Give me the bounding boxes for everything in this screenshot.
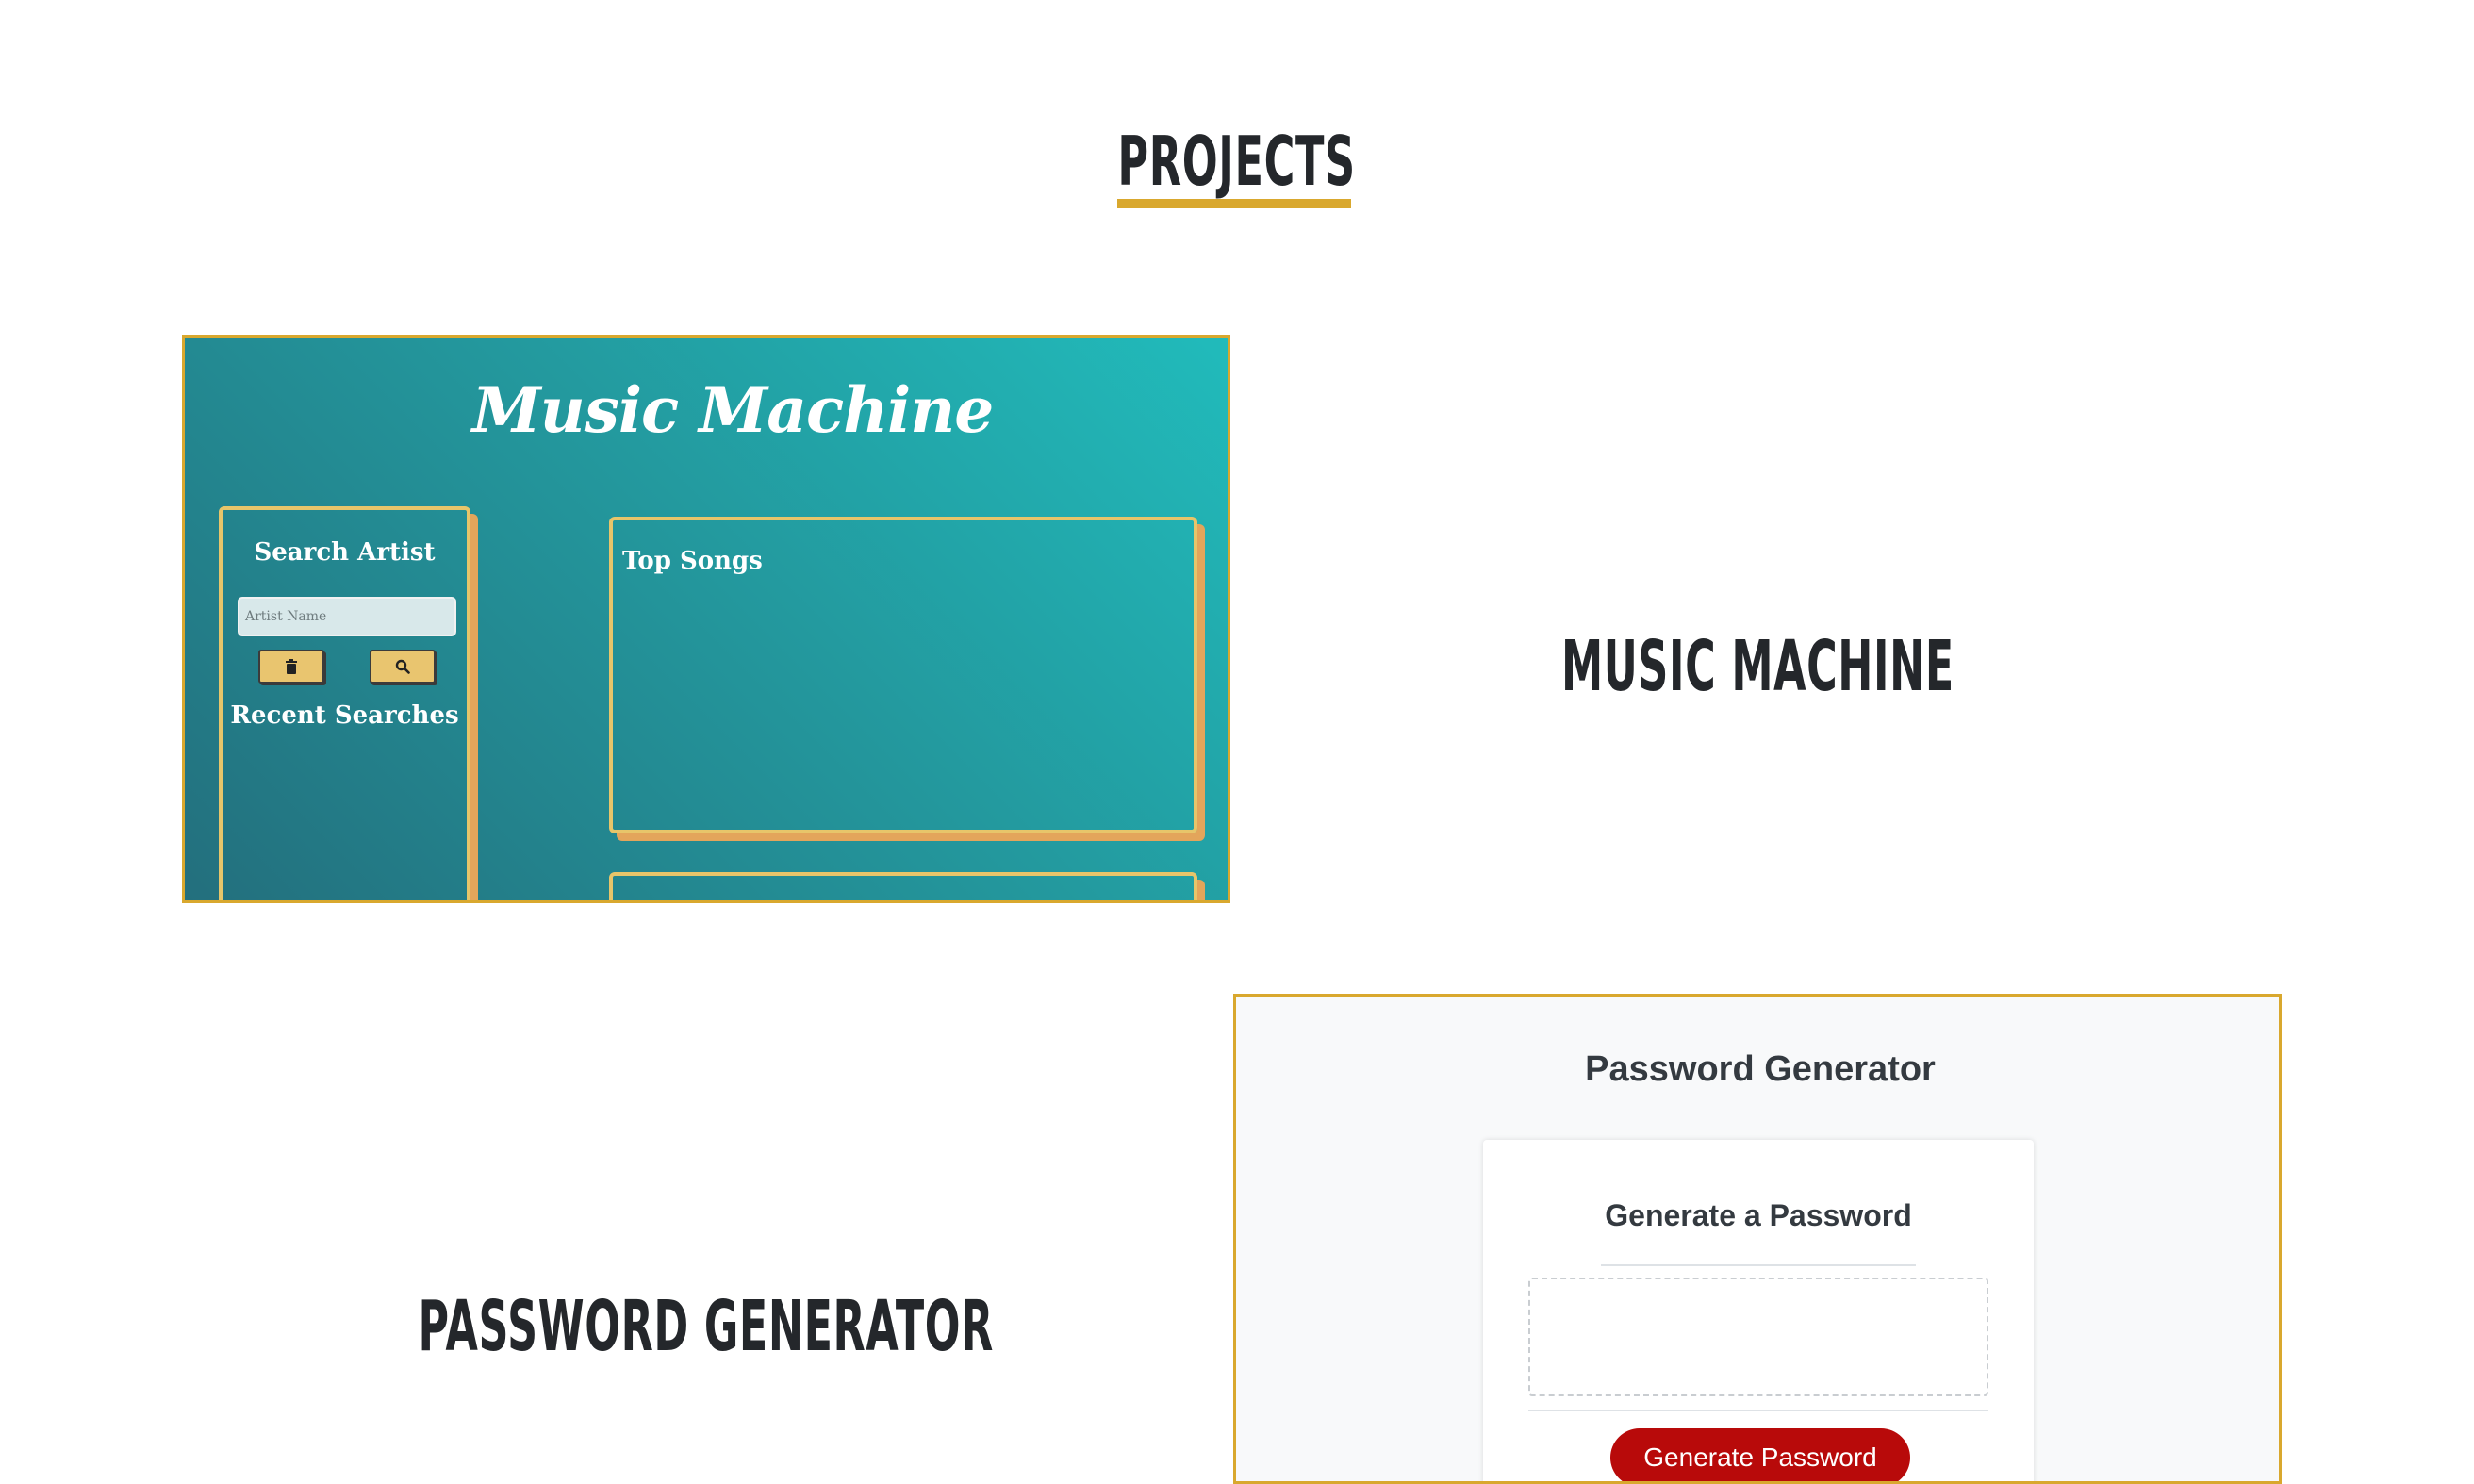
- password-generator-screenshot[interactable]: Password Generator Generate a Password G…: [1233, 994, 2282, 1484]
- search-icon: [395, 659, 410, 674]
- artist-name-input[interactable]: Artist Name: [238, 597, 456, 636]
- generate-password-button[interactable]: Generate Password: [1610, 1428, 1910, 1481]
- project-title-password-generator[interactable]: Password Generator: [182, 1284, 1230, 1369]
- password-card-title: Generate a Password: [1605, 1198, 1912, 1232]
- lower-results-panel: [609, 872, 1197, 900]
- card-footer-divider: [1528, 1410, 1988, 1411]
- search-artist-heading: Search Artist: [254, 538, 436, 567]
- music-machine-app-title: Music Machine: [471, 373, 994, 447]
- section-title: Projects: [0, 121, 2474, 202]
- card-header-divider: [1601, 1264, 1916, 1266]
- search-artist-panel: Search Artist Artist Name Recent Searche…: [219, 506, 470, 900]
- trash-icon: [286, 659, 297, 674]
- project-title-text: Password Generator: [418, 1286, 995, 1367]
- project-title-text: Music Machine: [1560, 626, 1954, 707]
- top-songs-panel: Top Songs: [609, 517, 1197, 833]
- search-button[interactable]: [370, 650, 436, 684]
- password-generator-app-title: Password Generator: [1585, 1049, 1936, 1089]
- section-title-text: Projects: [1117, 122, 1357, 201]
- top-songs-heading: Top Songs: [622, 547, 763, 575]
- recent-searches-heading: Recent Searches: [230, 701, 459, 730]
- password-output-field[interactable]: [1528, 1278, 1988, 1396]
- password-card: Generate a Password Generate Password: [1483, 1140, 2034, 1481]
- section-title-underline: [1117, 199, 1351, 208]
- project-title-music-machine[interactable]: Music Machine: [1233, 624, 2282, 709]
- music-machine-screenshot[interactable]: Music Machine Search Artist Artist Name …: [182, 335, 1230, 903]
- clear-search-button[interactable]: [258, 650, 324, 684]
